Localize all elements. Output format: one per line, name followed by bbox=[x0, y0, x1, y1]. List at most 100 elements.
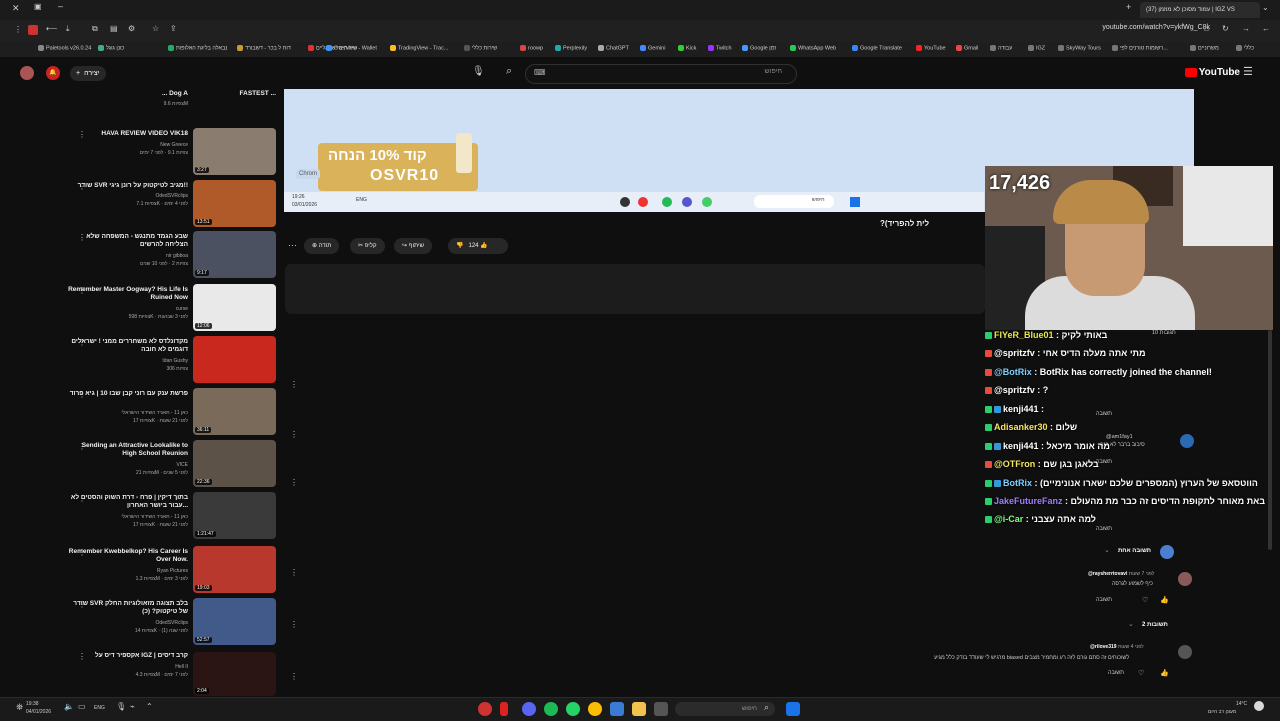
more-options-icon[interactable]: ⋮ bbox=[290, 478, 298, 487]
bookmark-item[interactable]: Paletools v26.0.24 bbox=[38, 45, 91, 51]
search-icon[interactable]: ⌕ bbox=[506, 65, 512, 78]
video-thumbnail[interactable]: 36:11 bbox=[193, 388, 276, 435]
video-thumbnail[interactable]: 52:57 bbox=[193, 598, 276, 645]
list-item[interactable]: ⋮ HAVA REVIEW VIDEO VIK18 New Greece צפי… bbox=[60, 128, 282, 178]
video-thumbnail[interactable]: 19:03 bbox=[193, 546, 276, 593]
video-thumbnail[interactable] bbox=[193, 336, 276, 383]
bookmark-item[interactable]: Twitch bbox=[708, 45, 732, 51]
replies-toggle[interactable]: 2 תשובות bbox=[1142, 622, 1168, 628]
avatar[interactable] bbox=[1178, 572, 1192, 586]
list-item[interactable]: ⋮ Remember Kwebbelkop? His Career Is Ove… bbox=[60, 546, 282, 596]
bookmark-item[interactable]: SkyWay Tours bbox=[1058, 45, 1101, 51]
windows-start-icon[interactable] bbox=[786, 702, 800, 716]
keyboard-icon[interactable]: ⌨ bbox=[534, 68, 782, 77]
thanks-button[interactable]: ⊕ תודה bbox=[304, 238, 340, 254]
list-item[interactable]: ⋮ בתוך דיקין | פרח - דרת השוק והסטים לא … bbox=[60, 492, 282, 542]
search-icon[interactable]: ⌕ bbox=[764, 702, 769, 713]
chevron-up-icon[interactable]: ⌃ bbox=[146, 702, 153, 711]
url-field[interactable]: youtube.com/watch?v=ykfWg_C8k bbox=[1102, 24, 1210, 31]
create-button[interactable]: + יצירה bbox=[70, 66, 106, 81]
new-tab-icon[interactable]: + bbox=[1126, 2, 1131, 12]
bookmark-item[interactable]: עבודה bbox=[990, 45, 1012, 51]
menu-icon[interactable]: ⋮ bbox=[14, 25, 22, 34]
bookmark-item[interactable]: נבאלה בליגת האלופות bbox=[168, 45, 227, 51]
hamburger-menu-icon[interactable]: ☰ bbox=[1243, 65, 1253, 78]
volume-icon[interactable]: 🔈 bbox=[64, 702, 74, 711]
clip-button[interactable]: ✂ קליפ bbox=[350, 238, 385, 254]
bookmark-item[interactable]: Gmail bbox=[956, 45, 978, 51]
app-icon[interactable] bbox=[478, 702, 492, 716]
notifications-icon[interactable]: 🔔 bbox=[46, 66, 60, 80]
active-tab[interactable]: (37) עמוד מסוכן לא מוזמן | IGZ VS bbox=[1140, 2, 1260, 18]
star-icon[interactable]: ☆ bbox=[152, 24, 159, 33]
list-item[interactable]: ⋮ Sending an Attractive Lookalike to Hig… bbox=[60, 440, 282, 490]
avatar[interactable] bbox=[1178, 645, 1192, 659]
like-icon[interactable]: 👍 bbox=[1160, 596, 1169, 604]
weather-icon[interactable] bbox=[1254, 701, 1264, 711]
bookmark-item[interactable]: ChatGPT bbox=[598, 45, 629, 51]
like-icon[interactable]: 👍 bbox=[1160, 669, 1169, 677]
bookmark-item[interactable]: דוח ל בכר - דשבורד bbox=[237, 45, 291, 51]
video-thumbnail[interactable]: 9:17 bbox=[193, 231, 276, 278]
notification-icon[interactable]: ⛯ bbox=[16, 702, 23, 713]
replies-toggle[interactable]: תשובה אחת bbox=[1118, 548, 1151, 554]
spotify-icon[interactable] bbox=[544, 702, 558, 716]
close-window-icon[interactable]: ✕ bbox=[12, 3, 20, 14]
bookmark-item[interactable]: Gemini bbox=[640, 45, 665, 51]
network-icon[interactable]: ⌁ bbox=[130, 702, 135, 711]
search-input[interactable]: ⌨ חיפוש bbox=[525, 64, 797, 84]
dislike-icon[interactable]: ♡ bbox=[1138, 669, 1144, 677]
avatar[interactable] bbox=[1160, 545, 1174, 559]
bookmark-item[interactable]: TradingView - Trac... bbox=[390, 45, 448, 51]
clock-time[interactable]: 19:38 bbox=[26, 701, 39, 707]
video-thumbnail[interactable]: 2:04 bbox=[193, 652, 276, 696]
youtube-logo[interactable]: YouTube bbox=[1184, 67, 1240, 78]
like-dislike-button[interactable]: 👎 124 👍 bbox=[448, 238, 508, 254]
bookmark-item[interactable]: כללי bbox=[1236, 45, 1254, 51]
bookmark-item[interactable]: שירות כללי bbox=[464, 45, 497, 51]
home-icon[interactable]: ⌂ bbox=[1204, 24, 1209, 33]
list-item[interactable]: ⋮ שבע הגמד מתנגש - המשפחה שלא הצליחה להר… bbox=[60, 231, 282, 281]
bookmark-item[interactable]: כונן גוגל bbox=[98, 45, 124, 51]
store-icon[interactable] bbox=[610, 702, 624, 716]
chrome-icon[interactable] bbox=[588, 702, 602, 716]
microphone-icon[interactable]: 🎙 bbox=[472, 66, 485, 77]
app-icon[interactable] bbox=[500, 702, 508, 716]
bookmark-item[interactable]: Google Translate bbox=[852, 45, 902, 51]
bookmark-item[interactable]: רשומות טורנים לפי... bbox=[1112, 45, 1168, 51]
download-icon[interactable]: ⤓ bbox=[66, 24, 70, 34]
screenshot-icon[interactable]: ⧉ bbox=[92, 24, 98, 34]
discord-icon[interactable] bbox=[522, 702, 536, 716]
more-options-icon[interactable]: ⋮ bbox=[290, 430, 298, 439]
language-indicator[interactable]: ENG bbox=[94, 705, 105, 711]
list-item[interactable]: ⋮ מקדונלדס לא משחררים ממני ! ישראלים דוג… bbox=[60, 336, 282, 386]
back-arrow-icon[interactable]: ← bbox=[1262, 24, 1270, 33]
bookmark-item[interactable]: Google זמן bbox=[742, 45, 776, 51]
whatsapp-icon[interactable] bbox=[566, 702, 580, 716]
task-view-icon[interactable] bbox=[654, 702, 668, 716]
video-thumbnail[interactable]: 3:27 bbox=[193, 128, 276, 175]
mic-icon[interactable]: 🎙 bbox=[116, 702, 126, 711]
bookmark-item[interactable]: Overview - Wallet bbox=[326, 45, 377, 51]
reload-icon[interactable]: ↻ bbox=[1222, 24, 1229, 33]
video-thumbnail[interactable]: 13:51 bbox=[193, 180, 276, 227]
weather-description[interactable]: מעונן רב היום bbox=[1208, 709, 1236, 715]
avatar[interactable] bbox=[20, 66, 34, 80]
settings-icon[interactable]: ⚙ bbox=[128, 24, 135, 33]
list-item[interactable]: FASTEST ... ... Dog A צפיות 9.6M bbox=[60, 88, 282, 116]
bookmark-item[interactable]: משרוניים bbox=[1190, 45, 1219, 51]
tab-icon[interactable]: ▣ bbox=[34, 2, 42, 11]
reply-button[interactable]: תשובה bbox=[1096, 597, 1112, 603]
taskbar-search[interactable]: חיפוש bbox=[675, 702, 775, 716]
more-actions-icon[interactable]: ⋯ bbox=[288, 240, 297, 251]
bookmark-item[interactable]: Kick bbox=[678, 45, 696, 51]
back-icon[interactable]: ⟵ bbox=[46, 24, 57, 33]
chat-scrollbar[interactable] bbox=[1268, 330, 1272, 550]
extension-icon[interactable] bbox=[28, 25, 38, 35]
more-options-icon[interactable]: ⋮ bbox=[290, 568, 298, 577]
chevron-down-icon[interactable]: ⌄ bbox=[1128, 620, 1134, 628]
weather-temp[interactable]: 14°C bbox=[1236, 701, 1247, 707]
bookmark-item[interactable]: YouTube bbox=[916, 45, 946, 51]
list-item[interactable]: ⋮ אקספיר דיס על IGZ | קרב דיסים Hell II … bbox=[60, 650, 282, 698]
forward-icon[interactable]: → bbox=[1242, 24, 1250, 33]
